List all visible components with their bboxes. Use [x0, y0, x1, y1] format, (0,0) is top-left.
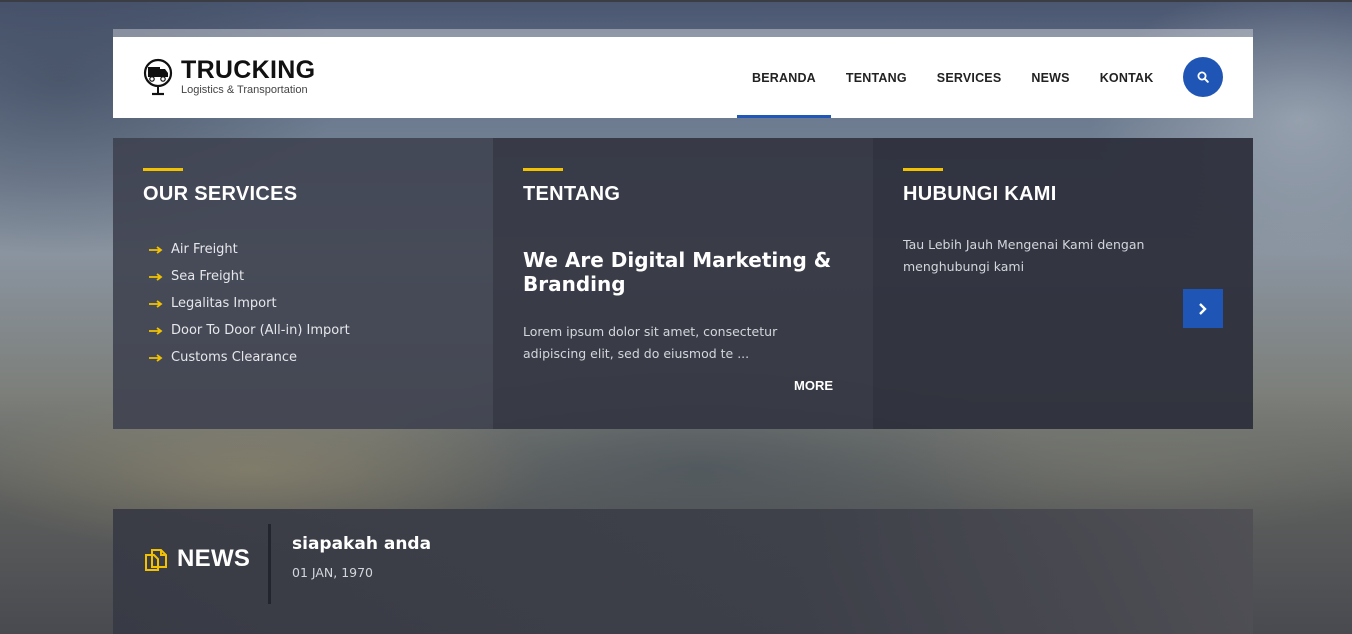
contact-panel: HUBUNGI KAMI Tau Lebih Jauh Mengenai Kam… [873, 138, 1253, 429]
news-divider [268, 524, 271, 604]
service-label: Door To Door (All-in) Import [171, 323, 350, 338]
service-label: Sea Freight [171, 269, 245, 284]
site-header: TRUCKING Logistics & Transportation BERA… [113, 37, 1253, 118]
news-item-date: 01 JAN, 1970 [292, 565, 374, 580]
nav-item-kontak[interactable]: KONTAK [1085, 37, 1169, 118]
more-link[interactable]: MORE [794, 378, 833, 393]
contact-text: Tau Lebih Jauh Mengenai Kami dengan meng… [903, 237, 1145, 274]
arrow-right-icon [149, 353, 163, 362]
arrow-right-icon [149, 272, 163, 281]
service-item-air-freight[interactable]: Air Freight [149, 236, 463, 263]
contact-next-button[interactable] [1183, 289, 1223, 328]
service-label: Air Freight [171, 242, 238, 257]
news-label: NEWS [143, 545, 250, 573]
nav-item-news[interactable]: NEWS [1016, 37, 1084, 118]
arrow-right-icon [149, 245, 163, 254]
truck-globe-icon [143, 58, 173, 96]
service-item-sea-freight[interactable]: Sea Freight [149, 263, 463, 290]
documents-icon [145, 549, 167, 571]
accent-bar [143, 168, 183, 171]
service-item-door-to-door[interactable]: Door To Door (All-in) Import [149, 317, 463, 344]
accent-bar [903, 168, 943, 171]
service-item-customs-clearance[interactable]: Customs Clearance [149, 344, 463, 371]
services-panel: OUR SERVICES Air Freight Sea Freight Leg… [113, 138, 493, 429]
nav-item-beranda[interactable]: BERANDA [737, 37, 831, 118]
services-list: Air Freight Sea Freight Legalitas Import… [143, 236, 463, 371]
header-top-strip [113, 29, 1253, 37]
nav-item-tentang[interactable]: TENTANG [831, 37, 922, 118]
logo-subtitle: Logistics & Transportation [181, 84, 308, 96]
logo-title: TRUCKING [181, 56, 316, 84]
news-title: NEWS [177, 545, 251, 572]
accent-bar [523, 168, 563, 171]
service-label: Legalitas Import [171, 296, 277, 311]
service-item-legalitas-import[interactable]: Legalitas Import [149, 290, 463, 317]
main-nav: BERANDA TENTANG SERVICES NEWS KONTAK [737, 37, 1168, 118]
contact-title: HUBUNGI KAMI [903, 183, 1057, 205]
about-headline: We Are Digital Marketing & Branding [523, 248, 832, 296]
about-panel: TENTANG We Are Digital Marketing & Brand… [493, 138, 873, 429]
service-label: Customs Clearance [171, 350, 298, 365]
news-item-title[interactable]: siapakah anda [292, 534, 431, 554]
arrow-right-icon [149, 326, 163, 335]
search-icon [1197, 71, 1209, 83]
search-button[interactable] [1183, 57, 1223, 97]
about-title: TENTANG [523, 183, 621, 205]
site-logo[interactable]: TRUCKING Logistics & Transportation [143, 53, 315, 101]
services-title: OUR SERVICES [143, 183, 298, 205]
news-item: siapakah anda 01 JAN, 1970 [292, 534, 431, 580]
nav-item-services[interactable]: SERVICES [922, 37, 1017, 118]
arrow-right-icon [149, 299, 163, 308]
chevron-right-icon [1199, 302, 1207, 315]
about-text: Lorem ipsum dolor sit amet, consectetur … [523, 324, 778, 361]
news-bar: NEWS siapakah anda 01 JAN, 1970 [113, 509, 1253, 634]
